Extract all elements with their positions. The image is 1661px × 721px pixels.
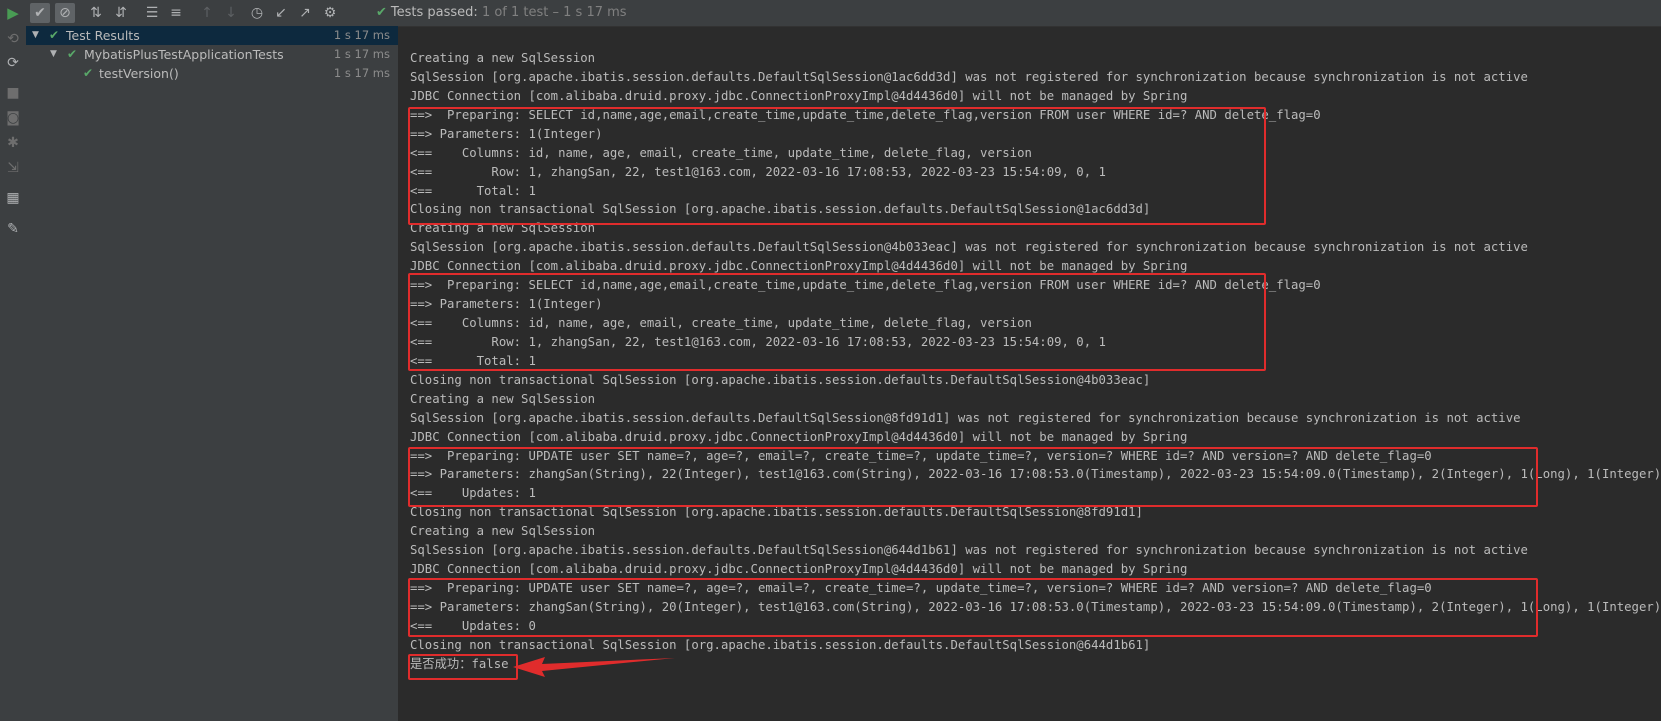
pin-icon[interactable]: ✎ [3, 219, 23, 239]
run-icon[interactable]: ▶ [3, 3, 23, 23]
layout-icon[interactable]: ▦ [3, 188, 23, 208]
expand-all-icon[interactable]: ☰ [142, 3, 162, 23]
camera-icon[interactable]: ◙ [3, 108, 23, 128]
passed-check-icon: ✔ [67, 47, 78, 61]
tree-item-test-results[interactable]: ▼ ✔ Test Results 1 s 17 ms [26, 26, 398, 45]
collapse-all-icon[interactable]: ≡ [166, 3, 186, 23]
sort-by-duration-icon[interactable]: ⇵ [111, 3, 131, 23]
toggle-auto-test-icon[interactable]: ⟳ [3, 53, 23, 73]
passed-check-icon: ✔ [49, 28, 60, 42]
test-status-summary: ✔ Tests passed: 1 of 1 test – 1 s 17 ms [376, 5, 627, 20]
tree-item-duration: 1 s 17 ms [333, 28, 390, 42]
settings-gear-icon[interactable]: ⚙ [320, 3, 340, 23]
debug-icon[interactable]: ✱ [3, 133, 23, 153]
export-tests-icon[interactable]: ↗ [295, 3, 315, 23]
collapse-arrow-icon[interactable]: ▼ [50, 45, 57, 64]
test-runner-toolbar: ✔ ⊘ ⇅ ⇵ ☰ ≡ ↑ ↓ ◷ ↙ ↗ ⚙ [26, 0, 1661, 27]
show-ignored-icon[interactable]: ⊘ [55, 3, 75, 23]
console-output[interactable]: Creating a new SqlSession SqlSession [org… [399, 27, 1661, 721]
left-tool-strip: ▶ ⟲ ⟳ ■ ◙ ✱ ⇲ ▦ ✎ [0, 0, 27, 721]
next-failed-icon[interactable]: ↓ [221, 3, 241, 23]
check-icon: ✔ [376, 5, 387, 20]
tree-item-duration: 1 s 17 ms [333, 47, 390, 61]
test-history-icon[interactable]: ◷ [247, 3, 267, 23]
tree-item-test-method[interactable]: ✔ testVersion() 1 s 17 ms [26, 64, 398, 83]
status-label: Tests passed: [390, 5, 478, 20]
import-tests-icon[interactable]: ↙ [271, 3, 291, 23]
show-passed-icon[interactable]: ✔ [30, 3, 50, 23]
tree-item-label: testVersion() [99, 66, 179, 81]
previous-failed-icon[interactable]: ↑ [197, 3, 217, 23]
test-results-tree: ▼ ✔ Test Results 1 s 17 ms ▼ ✔ MybatisPl… [26, 26, 399, 721]
tree-item-label: Test Results [66, 28, 140, 43]
status-detail: 1 of 1 test – 1 s 17 ms [481, 5, 627, 20]
tree-item-label: MybatisPlusTestApplicationTests [84, 47, 284, 62]
tree-item-test-class[interactable]: ▼ ✔ MybatisPlusTestApplicationTests 1 s … [26, 45, 398, 64]
red-arrow-icon [513, 657, 675, 677]
tree-item-duration: 1 s 17 ms [333, 66, 390, 80]
collapse-arrow-icon[interactable]: ▼ [32, 26, 39, 45]
rerun-failed-icon[interactable]: ⟲ [3, 29, 23, 49]
stop-icon[interactable]: ■ [3, 83, 23, 103]
exit-icon[interactable]: ⇲ [3, 158, 23, 178]
sort-alphabetically-icon[interactable]: ⇅ [86, 3, 106, 23]
passed-check-icon: ✔ [83, 66, 94, 80]
